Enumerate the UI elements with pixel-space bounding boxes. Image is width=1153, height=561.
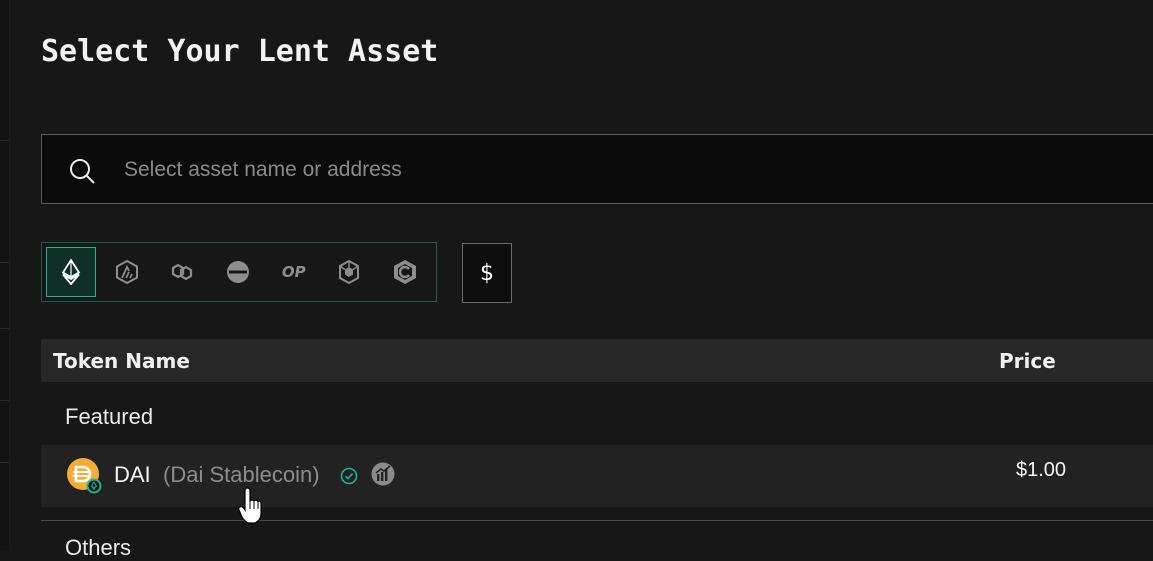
chain-ethereum-button[interactable] xyxy=(46,247,96,297)
chain-polygon-button[interactable] xyxy=(157,247,207,297)
table-header: Token Name Price xyxy=(41,339,1153,382)
chain-bnb-button[interactable] xyxy=(325,247,375,297)
usd-filter-button[interactable]: $ xyxy=(462,243,512,303)
linea-icon xyxy=(227,261,250,283)
chain-filter-group: OP xyxy=(41,242,437,302)
token-full-name: (Dai Stablecoin) xyxy=(163,462,320,487)
section-others: Others xyxy=(65,535,132,560)
column-header-price[interactable]: Price xyxy=(999,349,1056,373)
background-panel-edge xyxy=(0,0,10,550)
polygon-icon xyxy=(172,263,193,281)
search-box[interactable] xyxy=(41,134,1153,205)
column-header-token-name[interactable]: Token Name xyxy=(53,349,190,373)
optimism-icon: OP xyxy=(281,263,306,281)
hand-pointer-cursor-icon xyxy=(238,487,262,524)
chain-optimism-button[interactable]: OP xyxy=(269,247,319,297)
dai-token-icon xyxy=(67,458,102,494)
ethereum-icon xyxy=(61,259,81,285)
chain-linea-button[interactable] xyxy=(213,247,263,297)
section-featured: Featured xyxy=(65,404,154,429)
token-price: $1.00 xyxy=(1016,459,1067,481)
chain-celo-button[interactable] xyxy=(380,247,430,297)
token-symbol: DAI xyxy=(114,462,151,487)
modal-title: Select Your Lent Asset xyxy=(41,34,439,69)
bnb-chain-icon xyxy=(339,259,360,285)
verified-check-icon xyxy=(340,467,358,485)
search-input[interactable] xyxy=(122,135,1026,205)
arbitrum-icon xyxy=(115,259,138,285)
celo-icon xyxy=(394,260,417,284)
token-row-dai[interactable]: DAI (Dai Stablecoin) $1.00 xyxy=(41,445,1153,507)
section-divider xyxy=(41,520,1153,521)
chain-arbitrum-button[interactable] xyxy=(102,247,152,297)
select-asset-modal: Select Your Lent Asset Select asset name… xyxy=(10,0,1153,560)
search-icon xyxy=(70,159,95,184)
price-chart-icon[interactable] xyxy=(371,462,395,486)
